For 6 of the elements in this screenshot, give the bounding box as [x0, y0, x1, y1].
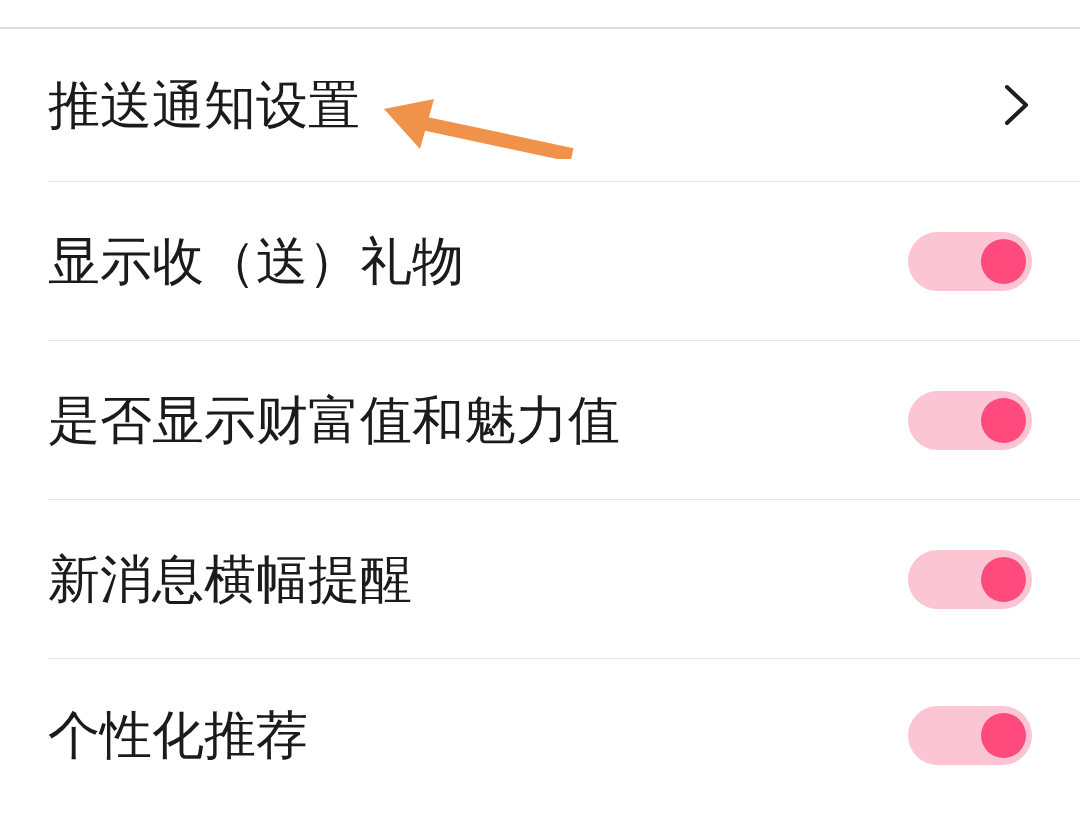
chevron-right-icon[interactable] — [1004, 84, 1030, 126]
setting-label: 新消息横幅提醒 — [48, 547, 412, 611]
setting-label: 个性化推荐 — [48, 704, 308, 767]
setting-label: 是否显示财富值和魅力值 — [48, 388, 620, 452]
setting-label: 显示收（送）礼物 — [48, 229, 464, 293]
setting-label: 推送通知设置 — [48, 73, 360, 137]
